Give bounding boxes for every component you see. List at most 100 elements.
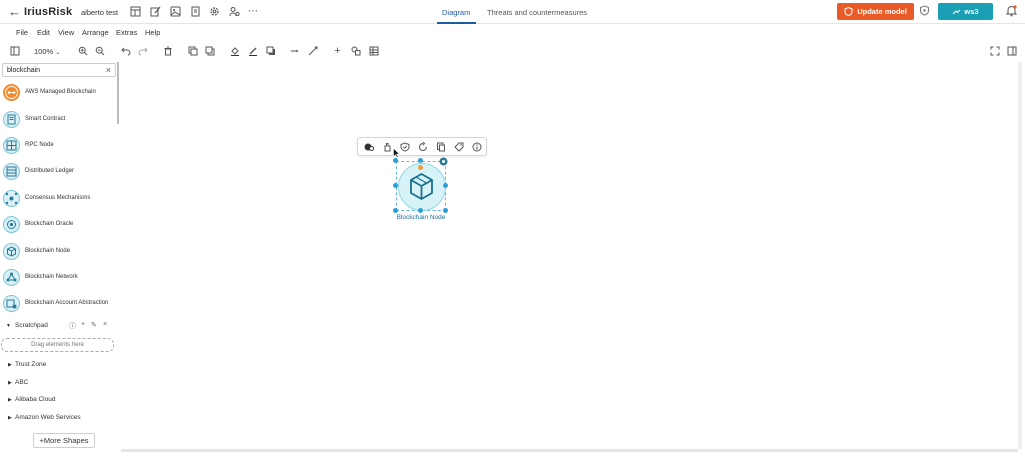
smart-contract-icon	[3, 111, 20, 128]
undo-icon[interactable]	[120, 46, 131, 57]
caret-down-icon: ▼	[6, 323, 11, 329]
info-icon[interactable]	[472, 142, 482, 152]
help-icon[interactable]: ⓘ	[69, 321, 76, 331]
scratchpad-dropzone[interactable]: Drag elements here	[1, 338, 114, 352]
project-name[interactable]: alberto test	[81, 8, 118, 17]
report-icon[interactable]	[189, 6, 201, 18]
refresh-icon[interactable]	[418, 141, 428, 152]
node-label[interactable]: Blockchain Node	[390, 214, 452, 221]
menu-file[interactable]: File	[16, 28, 28, 37]
insert-plus-icon[interactable]: +	[332, 46, 343, 57]
shapes-icon[interactable]	[350, 46, 361, 57]
library-label: Trust Zone	[15, 361, 47, 368]
shape-consensus-mechanisms[interactable]: Consensus Mechanisms	[0, 188, 118, 210]
dropzone-text: Drag elements here	[31, 342, 84, 348]
to-front-icon[interactable]	[187, 46, 198, 57]
menu-edit[interactable]: Edit	[37, 28, 50, 37]
library-alibaba-cloud[interactable]: ▶ Alibaba Cloud	[0, 394, 118, 406]
bell-icon[interactable]	[1005, 5, 1018, 17]
shape-label: Consensus Mechanisms	[25, 195, 91, 201]
shape-blockchain-network[interactable]: Blockchain Network	[0, 267, 118, 289]
scratchpad-header[interactable]: ▼ Scratchpad ⓘ + ✎ ×	[0, 320, 118, 332]
threats-icon[interactable]	[364, 142, 374, 152]
shadow-icon[interactable]	[265, 46, 276, 57]
workspace-button[interactable]: ws3	[938, 3, 993, 20]
node-context-toolbar	[357, 137, 487, 156]
trash-icon[interactable]	[162, 46, 173, 57]
format-panel-icon[interactable]	[1006, 46, 1017, 57]
menu-view[interactable]: View	[58, 28, 74, 37]
tag-icon[interactable]	[454, 142, 464, 152]
table-icon[interactable]	[368, 46, 379, 57]
library-abc[interactable]: ▶ ABC	[0, 377, 118, 389]
account-icon	[3, 295, 20, 312]
zoom-value: 100%	[34, 47, 54, 56]
resize-handle[interactable]	[443, 208, 448, 213]
waypoints-icon[interactable]	[307, 46, 318, 57]
close-icon[interactable]: ×	[103, 321, 107, 328]
copy-icon[interactable]	[436, 142, 446, 152]
shield-check-icon[interactable]	[400, 142, 410, 152]
caret-right-icon: ▶	[8, 397, 12, 403]
shape-aws-managed-blockchain[interactable]: AWS Managed Blockchain	[0, 82, 118, 104]
close-icon[interactable]: ×	[106, 65, 111, 75]
rotate-handle[interactable]	[418, 165, 423, 170]
menu-extras[interactable]: Extras	[116, 28, 137, 37]
rpc-node-icon	[3, 137, 20, 154]
add-icon[interactable]: +	[81, 321, 85, 328]
shape-smart-contract[interactable]: Smart Contract	[0, 109, 118, 131]
blockchain-node-shape[interactable]	[398, 163, 446, 211]
edit-document-icon[interactable]	[149, 6, 161, 18]
shape-label: Blockchain Oracle	[25, 221, 74, 227]
zoom-in-icon[interactable]	[77, 46, 88, 57]
zoom-level[interactable]: 100% ⌄	[34, 47, 60, 56]
resize-handle[interactable]	[418, 158, 423, 163]
shape-label: Blockchain Network	[25, 274, 78, 280]
pencil-icon[interactable]: ✎	[91, 321, 97, 329]
more-shapes-button[interactable]: +More Shapes	[33, 433, 95, 448]
to-back-icon[interactable]	[204, 46, 215, 57]
fill-color-icon[interactable]	[229, 46, 240, 57]
library-amazon-web-services[interactable]: ▶ Amazon Web Services	[0, 412, 118, 424]
layout-icon[interactable]	[129, 6, 141, 18]
shape-label: RPC Node	[25, 142, 54, 148]
shape-label: Blockchain Account Abstraction	[25, 300, 109, 306]
menu-arrange[interactable]: Arrange	[82, 28, 109, 37]
line-color-icon[interactable]	[247, 46, 258, 57]
sync-icon	[953, 9, 961, 14]
library-label: Alibaba Cloud	[15, 396, 56, 403]
shape-blockchain-oracle[interactable]: Blockchain Oracle	[0, 214, 118, 236]
shape-label: AWS Managed Blockchain	[25, 89, 96, 95]
shape-search-input[interactable]: blockchain ×	[2, 63, 116, 77]
library-trust-zone[interactable]: ▶ Trust Zone	[0, 359, 118, 371]
fullscreen-icon[interactable]	[989, 46, 1000, 57]
shape-rpc-node[interactable]: RPC Node	[0, 135, 118, 157]
zoom-out-icon[interactable]	[94, 46, 105, 57]
back-arrow-icon[interactable]: ←	[8, 5, 21, 18]
more-options-icon[interactable]: ⋯	[247, 6, 259, 18]
tab-diagram[interactable]: Diagram	[442, 8, 470, 17]
oracle-icon	[3, 216, 20, 233]
tab-threats[interactable]: Threats and countermeasures	[487, 8, 587, 17]
resize-handle[interactable]	[393, 208, 398, 213]
toggle-sidebar-icon[interactable]	[9, 46, 20, 57]
resize-handle[interactable]	[393, 183, 398, 188]
shape-blockchain-account-abstraction[interactable]: Blockchain Account Abstraction	[0, 293, 118, 315]
image-icon[interactable]	[169, 6, 181, 18]
gear-icon[interactable]	[208, 6, 220, 18]
update-model-button[interactable]: Update model	[837, 3, 914, 20]
resize-handle[interactable]	[443, 183, 448, 188]
canvas-horizontal-scrollbar[interactable]	[121, 449, 1018, 452]
diagram-canvas[interactable]	[121, 62, 1018, 449]
resize-handle[interactable]	[418, 208, 423, 213]
hand-icon[interactable]	[382, 142, 392, 152]
redo-icon[interactable]	[137, 46, 148, 57]
connection-arrow-icon[interactable]	[289, 46, 300, 57]
canvas-vertical-scrollbar[interactable]	[1018, 62, 1022, 449]
menu-help[interactable]: Help	[145, 28, 160, 37]
shape-blockchain-node[interactable]: Blockchain Node	[0, 241, 118, 263]
shield-check-icon[interactable]	[919, 5, 931, 17]
users-settings-icon[interactable]	[228, 6, 240, 18]
shape-label: Blockchain Node	[25, 248, 71, 254]
shape-distributed-ledger[interactable]: Distributed Ledger	[0, 161, 118, 183]
